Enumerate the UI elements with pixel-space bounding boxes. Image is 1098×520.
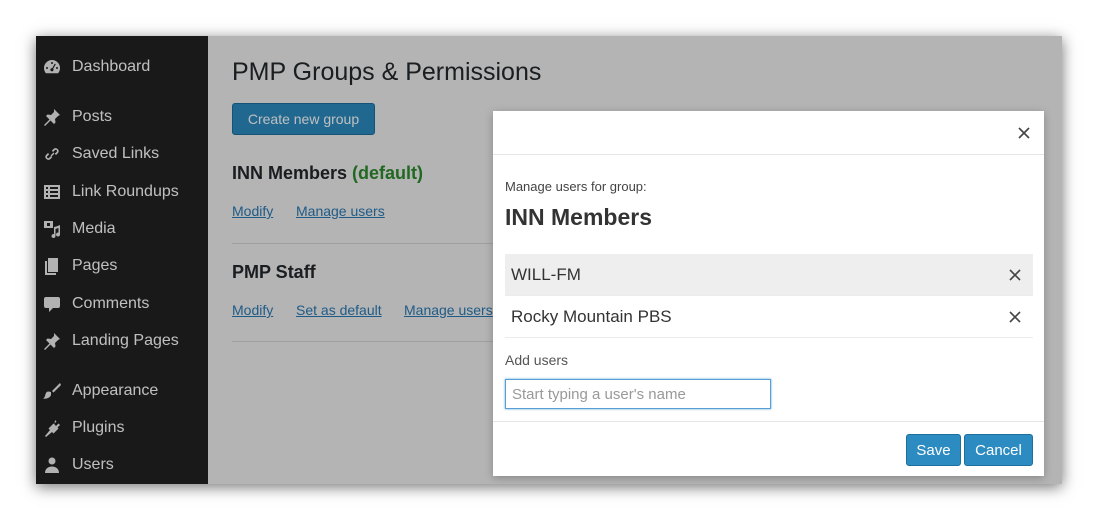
user-search-input[interactable] (505, 379, 771, 409)
user-row: WILL-FM (505, 254, 1033, 296)
cancel-button[interactable]: Cancel (964, 434, 1033, 466)
modal-header (493, 111, 1044, 155)
user-name: WILL-FM (511, 264, 581, 284)
modal-footer-divider (493, 421, 1044, 422)
app-window: Dashboard Posts Saved Links Link Roundup… (36, 36, 1062, 484)
manage-users-label: Manage users for group: (505, 179, 647, 194)
add-users-label: Add users (505, 352, 569, 368)
remove-user-icon[interactable] (1007, 267, 1023, 283)
user-row: Rocky Mountain PBS (505, 296, 1033, 338)
save-button[interactable]: Save (906, 434, 961, 466)
manage-users-modal: Manage users for group: INN Members WILL… (493, 111, 1044, 476)
user-name: Rocky Mountain PBS (511, 306, 672, 326)
remove-user-icon[interactable] (1007, 309, 1023, 325)
close-icon[interactable] (1014, 123, 1034, 143)
modal-group-name: INN Members (505, 204, 652, 230)
